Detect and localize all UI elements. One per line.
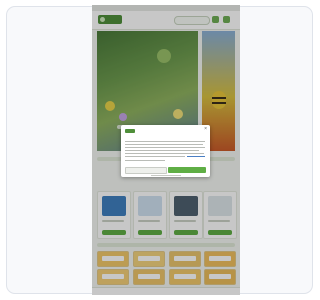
dialog-logo xyxy=(125,129,135,133)
accept-cookies-button[interactable] xyxy=(168,167,206,173)
privacy-link[interactable] xyxy=(187,156,205,157)
dialog-text xyxy=(125,156,185,157)
dialog-footer-links[interactable] xyxy=(151,175,181,176)
cookie-settings-button[interactable] xyxy=(125,167,167,174)
dialog-text xyxy=(125,160,165,161)
dialog-text xyxy=(125,150,199,151)
dialog-text xyxy=(125,144,203,145)
dialog-text xyxy=(125,153,204,154)
dialog-text xyxy=(125,141,205,142)
dialog-text xyxy=(125,147,205,148)
close-icon[interactable]: × xyxy=(204,127,207,132)
cookie-consent-dialog: × xyxy=(121,125,210,177)
